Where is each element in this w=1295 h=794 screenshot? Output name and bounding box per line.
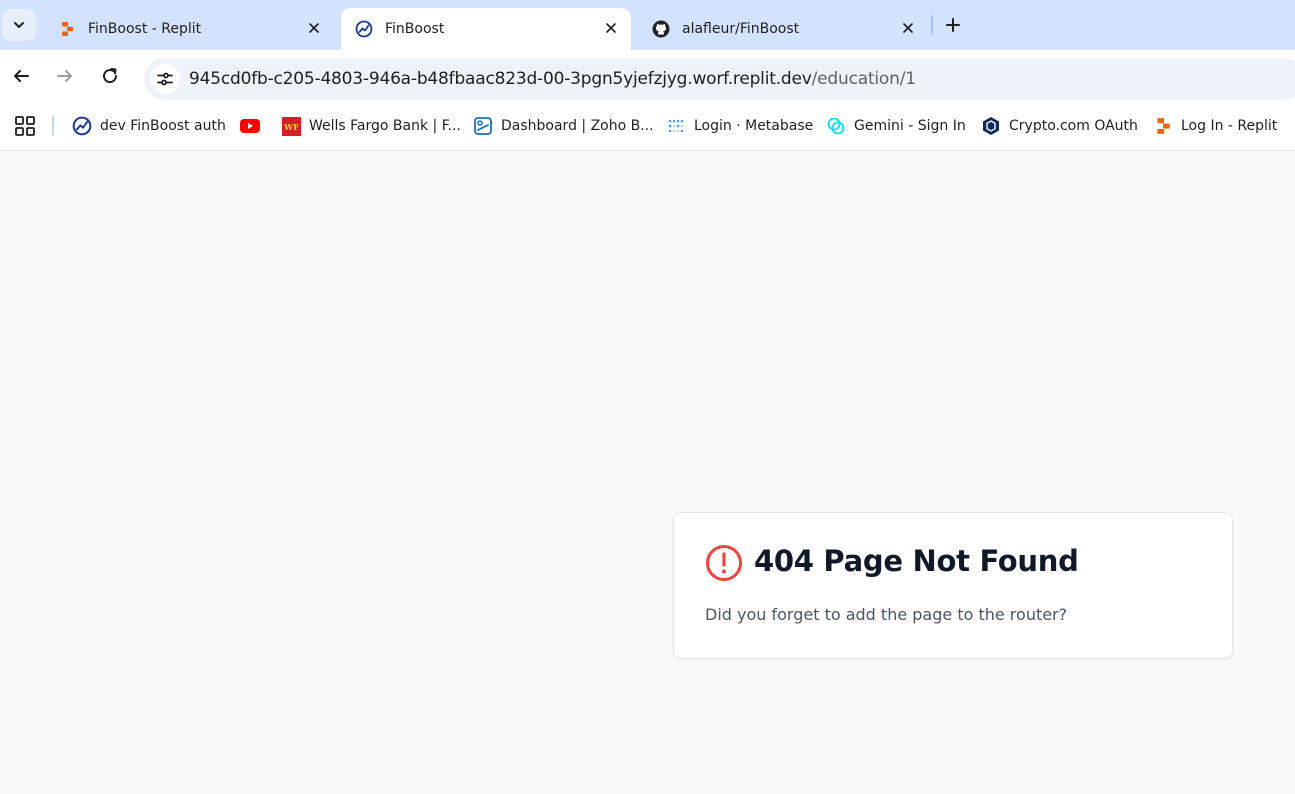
bookmark-wells-fargo[interactable]: WF Wells Fargo Bank | F... xyxy=(281,113,461,139)
bookmark-metabase[interactable]: Login · Metabase xyxy=(666,113,813,139)
tune-icon xyxy=(157,72,173,86)
replit-icon xyxy=(1153,116,1173,136)
bookmark-crypto-com[interactable]: Crypto.com OAuth xyxy=(981,113,1138,139)
bookmark-label: Dashboard | Zoho B... xyxy=(501,118,654,134)
site-info-button[interactable] xyxy=(150,64,180,94)
new-tab-button[interactable] xyxy=(941,13,965,37)
url-host: 945cd0fb-c205-4803-946a-b48fbaac823d-00-… xyxy=(189,69,812,89)
arrow-right-icon xyxy=(57,70,72,82)
bookmark-label: Log In - Replit xyxy=(1181,118,1278,134)
reload-icon xyxy=(103,68,118,84)
tab-title: FinBoost - Replit xyxy=(88,21,202,37)
error-message: Did you forget to add the page to the ro… xyxy=(705,605,1068,624)
zoho-icon xyxy=(473,116,493,136)
bookmark-label: dev FinBoost auth xyxy=(100,118,226,134)
chevron-down-icon xyxy=(14,22,24,28)
address-bar[interactable]: 945cd0fb-c205-4803-946a-b48fbaac823d-00-… xyxy=(144,58,1295,100)
tab-finboost-replit[interactable]: FinBoost - Replit xyxy=(44,8,334,50)
tab-strip: FinBoost - Replit FinBoost alafleur/FinB… xyxy=(0,0,1295,50)
close-tab-icon[interactable] xyxy=(304,18,324,38)
github-icon xyxy=(652,20,670,38)
svg-text:WF: WF xyxy=(283,122,299,132)
bookmark-label: Login · Metabase xyxy=(694,118,814,134)
close-tab-icon[interactable] xyxy=(898,18,918,38)
wells-fargo-icon: WF xyxy=(281,116,301,136)
bookmark-zoho-dashboard[interactable]: Dashboard | Zoho B... xyxy=(473,113,654,139)
replit-icon xyxy=(58,20,76,38)
browser-toolbar: 945cd0fb-c205-4803-946a-b48fbaac823d-00-… xyxy=(0,50,1295,101)
bookmark-label: Wells Fargo Bank | F... xyxy=(309,118,461,134)
url-text[interactable]: 945cd0fb-c205-4803-946a-b48fbaac823d-00-… xyxy=(189,69,916,89)
page-title: 404 Page Not Found xyxy=(754,544,1079,578)
tab-separator xyxy=(931,15,933,35)
youtube-icon xyxy=(240,116,260,136)
bookmark-label: Crypto.com OAuth xyxy=(1009,118,1138,134)
reload-button[interactable] xyxy=(96,62,124,90)
crypto-com-icon xyxy=(981,116,1001,136)
apps-grid-icon[interactable] xyxy=(14,115,36,137)
arrow-left-icon xyxy=(14,70,29,82)
tab-finboost[interactable]: FinBoost xyxy=(341,8,631,50)
tab-github-finboost[interactable]: alafleur/FinBoost xyxy=(638,8,928,50)
bookmark-gemini[interactable]: Gemini - Sign In xyxy=(826,113,966,139)
tab-search-button[interactable] xyxy=(2,9,36,41)
bookmark-label: Gemini - Sign In xyxy=(854,118,966,134)
bookmark-dev-finboost-auth[interactable]: dev FinBoost auth xyxy=(72,113,226,139)
finboost-icon xyxy=(355,20,373,38)
back-button[interactable] xyxy=(7,62,35,90)
alert-circle-icon xyxy=(706,545,742,581)
plus-icon xyxy=(946,18,960,32)
close-tab-icon[interactable] xyxy=(601,18,621,38)
tab-title: alafleur/FinBoost xyxy=(682,21,800,37)
metabase-icon xyxy=(666,116,686,136)
bookmark-replit-login[interactable]: Log In - Replit xyxy=(1153,113,1277,139)
bookmarks-separator xyxy=(52,116,54,136)
bookmarks-bar: dev FinBoost auth WF Wells Fargo Bank | … xyxy=(0,101,1295,151)
tab-title: FinBoost xyxy=(385,21,445,37)
gemini-icon xyxy=(826,116,846,136)
bookmark-youtube[interactable] xyxy=(240,113,268,139)
url-path: /education/1 xyxy=(811,69,916,89)
forward-button[interactable] xyxy=(51,62,79,90)
not-found-card: 404 Page Not Found Did you forget to add… xyxy=(673,512,1233,659)
finboost-icon xyxy=(72,116,92,136)
